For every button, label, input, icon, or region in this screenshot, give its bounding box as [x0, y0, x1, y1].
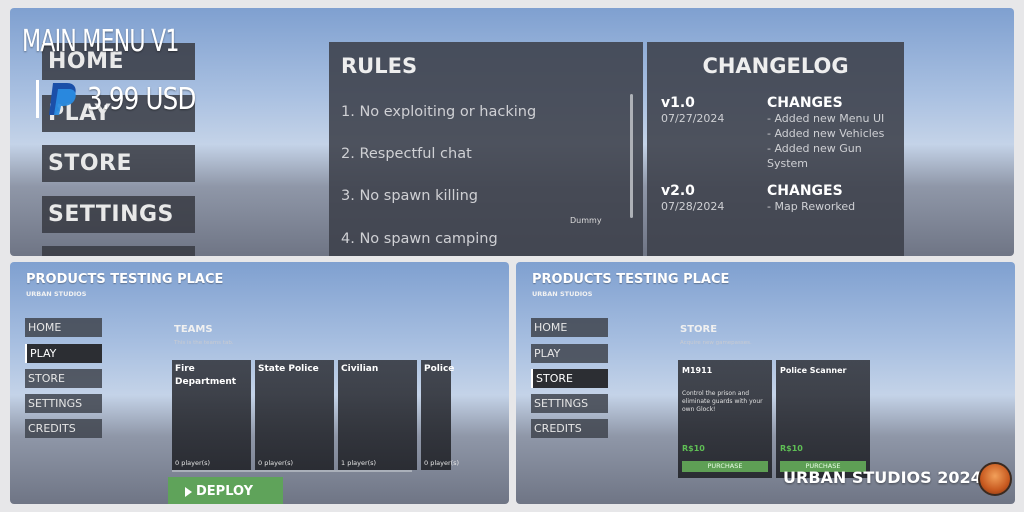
section-title: STORE [680, 324, 718, 335]
nav-play[interactable]: PLAY [531, 344, 608, 363]
nav-play[interactable]: PLAY [25, 344, 102, 363]
page-subtitle: URBAN STUDIOS [532, 290, 593, 298]
section-subtitle: Acquire new gamepasses. [680, 340, 752, 346]
change-item: - Map Reworked [767, 200, 856, 213]
purchase-button[interactable]: PURCHASE [682, 461, 768, 472]
dummy-label: Dummy [570, 216, 602, 225]
menu-button-settings[interactable]: SETTINGS [42, 196, 195, 233]
price-row: 3.99 USD [36, 80, 219, 118]
change-item: - Added new Menu UI [767, 112, 885, 125]
team-card[interactable]: Civilian 1 player(s) [338, 360, 417, 470]
rule-item: 1. No exploiting or hacking [341, 104, 537, 120]
rules-panel: RULES 1. No exploiting or hacking 2. Res… [329, 42, 643, 256]
overlay-title: MAIN MENU V1 [22, 24, 179, 59]
rule-item: 3. No spawn killing [341, 188, 478, 204]
store-item-card: M1911 Control the prison and eliminate g… [678, 360, 772, 478]
nav-home[interactable]: HOME [25, 318, 102, 337]
section-subtitle: This is the teams tab. [174, 340, 234, 346]
rule-item: 2. Respectful chat [341, 146, 472, 162]
team-card[interactable]: State Police 0 player(s) [255, 360, 334, 470]
version-label: v2.0 [661, 183, 695, 199]
team-name: State Police [258, 364, 319, 374]
rules-title: RULES [341, 54, 418, 78]
nav-store[interactable]: STORE [531, 369, 608, 388]
page-subtitle: URBAN STUDIOS [26, 290, 87, 298]
footer-brand: URBAN STUDIOS 2024 [783, 468, 982, 487]
version-date: 07/27/2024 [661, 112, 725, 125]
horizontal-scrollbar[interactable] [172, 470, 412, 472]
play-arrow-icon [185, 487, 192, 497]
team-name: Police [424, 364, 455, 374]
changes-heading: CHANGES [767, 183, 843, 199]
teams-screen-preview: PRODUCTS TESTING PLACE URBAN STUDIOS HOM… [10, 262, 509, 504]
version-label: v1.0 [661, 95, 695, 111]
nav-settings[interactable]: SETTINGS [531, 394, 608, 413]
menu-button-next[interactable] [42, 246, 195, 256]
team-players: 0 player(s) [175, 459, 211, 467]
change-item: - Added new Gun System [767, 142, 862, 170]
nav-store[interactable]: STORE [25, 369, 102, 388]
item-price: R$10 [682, 444, 705, 453]
team-name: Civilian [341, 364, 379, 374]
item-name: Police Scanner [780, 366, 847, 375]
changes-heading: CHANGES [767, 95, 843, 111]
team-players: 1 player(s) [341, 459, 377, 467]
price-label: 3.99 USD [87, 81, 196, 117]
section-title: TEAMS [174, 324, 213, 335]
nav-settings[interactable]: SETTINGS [25, 394, 102, 413]
item-price: R$10 [780, 444, 803, 453]
version-date: 07/28/2024 [661, 200, 725, 213]
paypal-icon [49, 83, 76, 115]
nav-credits[interactable]: CREDITS [531, 419, 608, 438]
nav-credits[interactable]: CREDITS [25, 419, 102, 438]
deploy-button[interactable]: DEPLOY [168, 477, 283, 504]
main-menu-preview: MAIN MENU V1 3.99 USD HOME PLAY STORE SE… [10, 8, 1014, 256]
urban-studios-logo [978, 462, 1012, 496]
rule-item: 4. No spawn camping [341, 231, 498, 247]
changelog-panel: CHANGELOG v1.0 07/27/2024 CHANGES - Adde… [647, 42, 904, 256]
store-item-card: Police Scanner R$10 PURCHASE [776, 360, 870, 478]
team-players: 0 player(s) [424, 459, 460, 467]
changelog-title: CHANGELOG [702, 54, 849, 78]
team-name: Fire Department [175, 364, 237, 387]
item-description: Control the prison and eliminate guards … [682, 390, 763, 413]
menu-button-store[interactable]: STORE [42, 145, 195, 182]
team-card[interactable]: Fire Department 0 player(s) [172, 360, 251, 470]
item-name: M1911 [682, 366, 713, 375]
team-card[interactable]: Police 0 player(s) [421, 360, 459, 470]
page-title: PRODUCTS TESTING PLACE [532, 272, 730, 287]
change-item: - Added new Vehicles [767, 127, 885, 140]
rules-scrollbar[interactable] [630, 94, 633, 218]
nav-home[interactable]: HOME [531, 318, 608, 337]
deploy-label: DEPLOY [196, 484, 254, 499]
team-players: 0 player(s) [258, 459, 294, 467]
divider [36, 80, 39, 118]
page-title: PRODUCTS TESTING PLACE [26, 272, 224, 287]
